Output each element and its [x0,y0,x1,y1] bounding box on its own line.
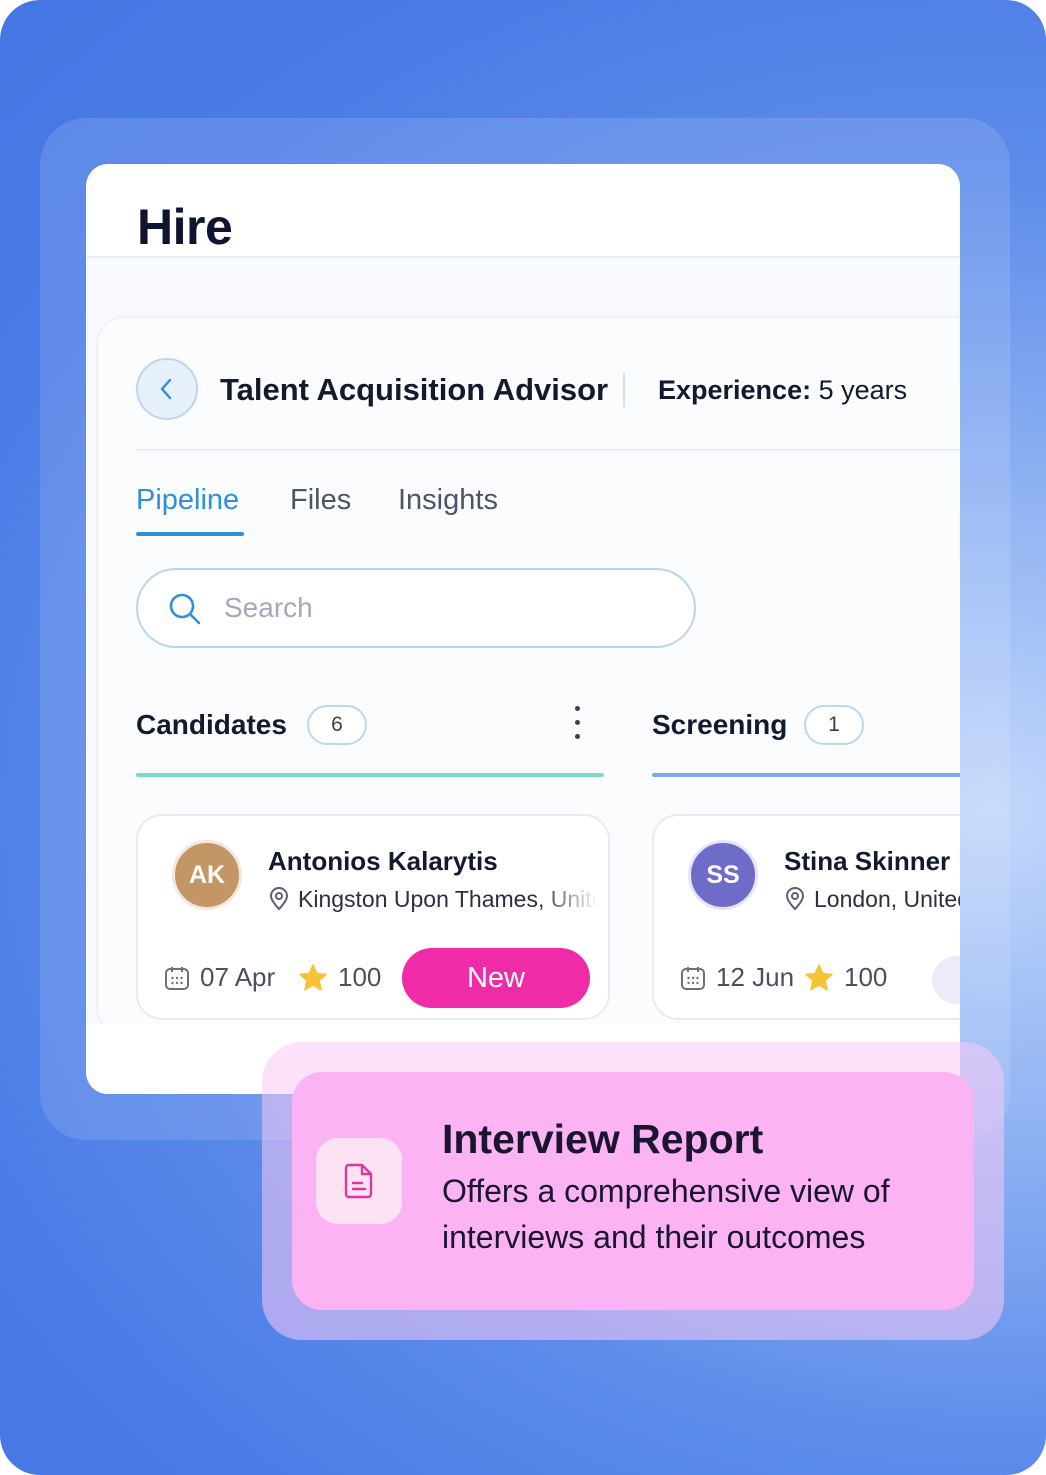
feature-title: Interview Report [442,1116,764,1162]
calendar-icon [165,966,189,990]
job-title: Talent Acquisition Advisor [220,372,609,407]
feature-card: Interview Report Offers a comprehensive … [292,1072,974,1310]
search-box[interactable] [136,568,696,648]
experience-label: Experience: [658,375,812,405]
candidate-name: Stina Skinner [784,846,951,876]
candidate-location: London, United Kingdom [784,886,960,913]
tab-pipeline[interactable]: Pipeline [136,484,239,517]
tab-files[interactable]: Files [290,484,351,517]
feature-description: Offers a comprehensive view of interview… [442,1173,890,1255]
chevron-left-icon [160,378,172,400]
more-options-icon[interactable] [570,706,584,744]
count-badge-candidates: 6 [307,705,367,745]
back-button[interactable] [136,358,198,420]
applied-date: 07 Apr [164,962,275,993]
avatar: SS [688,840,758,910]
column-title-candidates: Candidates [136,709,287,740]
calendar-icon [681,966,705,990]
candidate-score: 100 [804,962,887,993]
experience-value: 5 years [818,375,908,405]
location-pin-icon [269,887,289,911]
tab-insights[interactable]: Insights [398,484,498,517]
app-title: Hire [137,199,233,255]
candidate-location-text: London, United Kingdom [814,886,960,912]
feature-icon-box [316,1138,402,1224]
title-separator [623,373,625,407]
search-icon [169,593,201,625]
column-title-screening: Screening [652,709,788,740]
applied-date: 12 Jun [680,962,794,993]
document-icon [344,1163,373,1199]
count-badge-screening: 1 [804,705,864,745]
candidate-name: Antonios Kalarytis [268,846,498,876]
score-text: 100 [338,962,382,992]
status-button-new[interactable]: New [402,948,590,1008]
avatar: AK [172,840,242,910]
date-text: 12 Jun [716,962,795,992]
column-accent-candidates [136,773,604,777]
hire-app-window: Hire Talent Acquisition Advisor Experien… [86,164,960,1094]
search-input[interactable] [224,586,644,630]
candidate-card[interactable]: SS Stina Skinner London, United Kingdom … [652,814,960,1020]
column-accent-screening [652,773,960,777]
experience-info: Experience: 5 years [658,375,907,406]
star-icon [299,963,327,991]
date-text: 07 Apr [200,962,276,992]
candidate-score: 100 [298,962,381,993]
panel-divider [136,449,960,451]
score-text: 100 [844,962,888,992]
star-icon [805,963,833,991]
background: Hire Talent Acquisition Advisor Experien… [0,0,1046,1475]
location-pin-icon [785,887,805,911]
active-tab-indicator [136,532,244,536]
candidate-card[interactable]: AK Antonios Kalarytis Kingston Upon Tham… [136,814,610,1020]
status-button[interactable] [932,956,960,1004]
